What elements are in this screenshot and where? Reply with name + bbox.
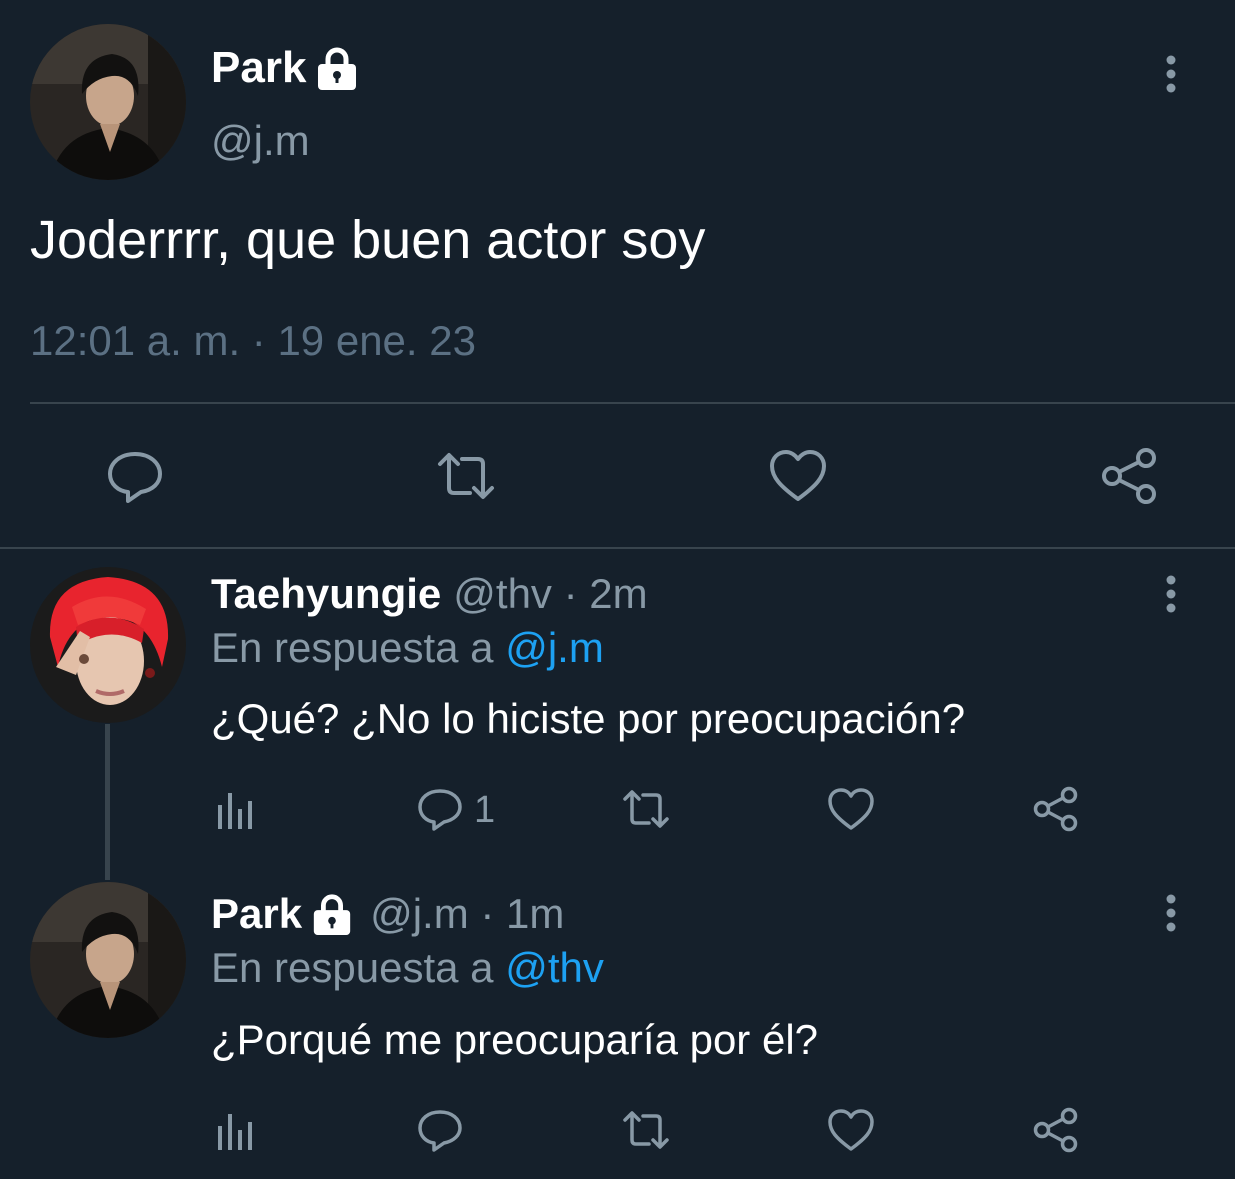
- tweet-text: Joderrrr, que buen actor soy: [30, 210, 706, 270]
- reply-icon[interactable]: [416, 1106, 464, 1154]
- main-tweet: Park @j.m Joderrrr, que buen actor soy 1…: [0, 0, 1235, 549]
- divider: [0, 547, 1235, 549]
- reply-icon[interactable]: [105, 446, 165, 506]
- tweet-timestamp[interactable]: 12:01 a. m. · 19 ene. 23: [30, 316, 476, 366]
- author-handle[interactable]: @j.m: [211, 116, 310, 166]
- retweet-icon[interactable]: [622, 785, 670, 833]
- avatar[interactable]: [30, 882, 186, 1038]
- reply-header: Taehyungie @thv · 2m: [211, 569, 648, 619]
- reply-meta: @j.m · 1m: [370, 890, 565, 937]
- reply-text: ¿Porqué me preocuparía por él?: [211, 1016, 819, 1063]
- reply-author-name[interactable]: Taehyungie: [211, 569, 441, 619]
- analytics-icon[interactable]: [212, 1106, 260, 1154]
- like-icon[interactable]: [827, 785, 875, 833]
- divider: [30, 402, 1235, 404]
- like-icon[interactable]: [768, 446, 828, 506]
- replying-to-label: En respuesta a: [211, 624, 494, 671]
- author-name-text[interactable]: Park: [211, 42, 306, 94]
- reply-count: 1: [474, 789, 496, 831]
- lock-icon: [310, 892, 354, 936]
- reply-icon[interactable]: [416, 785, 464, 833]
- share-icon[interactable]: [1032, 785, 1080, 833]
- more-options-icon[interactable]: [1161, 893, 1181, 933]
- reply-meta: @thv · 2m: [453, 570, 648, 617]
- retweet-icon[interactable]: [436, 446, 496, 506]
- more-options-icon[interactable]: [1161, 574, 1181, 614]
- retweet-icon[interactable]: [622, 1106, 670, 1154]
- reply-author-name[interactable]: Park: [211, 889, 302, 939]
- avatar[interactable]: [30, 567, 186, 723]
- reply-header: Park @j.m · 1m: [211, 889, 564, 939]
- author-name[interactable]: Park: [211, 42, 360, 94]
- replying-to: En respuesta a @thv: [211, 943, 604, 993]
- analytics-icon[interactable]: [212, 785, 260, 833]
- mention-link[interactable]: @thv: [505, 944, 604, 991]
- share-icon[interactable]: [1032, 1106, 1080, 1154]
- share-icon[interactable]: [1100, 446, 1160, 506]
- like-icon[interactable]: [827, 1106, 875, 1154]
- replying-to-label: En respuesta a: [211, 944, 494, 991]
- reply-text: ¿Qué? ¿No lo hiciste por preocupación?: [211, 695, 966, 742]
- mention-link[interactable]: @j.m: [505, 624, 604, 671]
- avatar[interactable]: [30, 24, 186, 180]
- tweet-detail-screen: Park @j.m Joderrrr, que buen actor soy 1…: [0, 0, 1235, 1179]
- lock-icon: [314, 45, 360, 91]
- replying-to: En respuesta a @j.m: [211, 623, 604, 673]
- more-options-icon[interactable]: [1161, 54, 1181, 94]
- thread-line: [105, 724, 110, 880]
